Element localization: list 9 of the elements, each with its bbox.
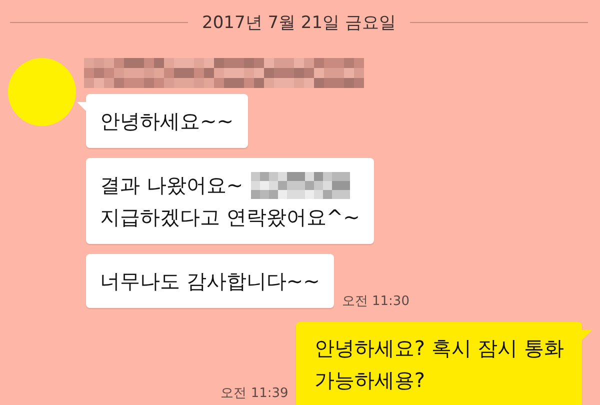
message-time: 오전 11:39 <box>220 385 288 402</box>
message-text: 너무나도 감사합니다~~ <box>100 268 320 295</box>
message-time: 오전 11:30 <box>342 293 410 310</box>
message-text: 안녕하세요? 혹시 잠시 통화 <box>314 335 564 362</box>
message-text: 안녕하세요~~ <box>100 108 234 135</box>
message-text: 결과 나왔어요~ <box>100 172 244 199</box>
message-text: 가능하세용? <box>314 367 425 394</box>
message-text: 지급하겠다고 연락왔어요^~ <box>100 204 360 231</box>
date-divider: 2017년 7월 21일 금요일 <box>202 12 396 34</box>
